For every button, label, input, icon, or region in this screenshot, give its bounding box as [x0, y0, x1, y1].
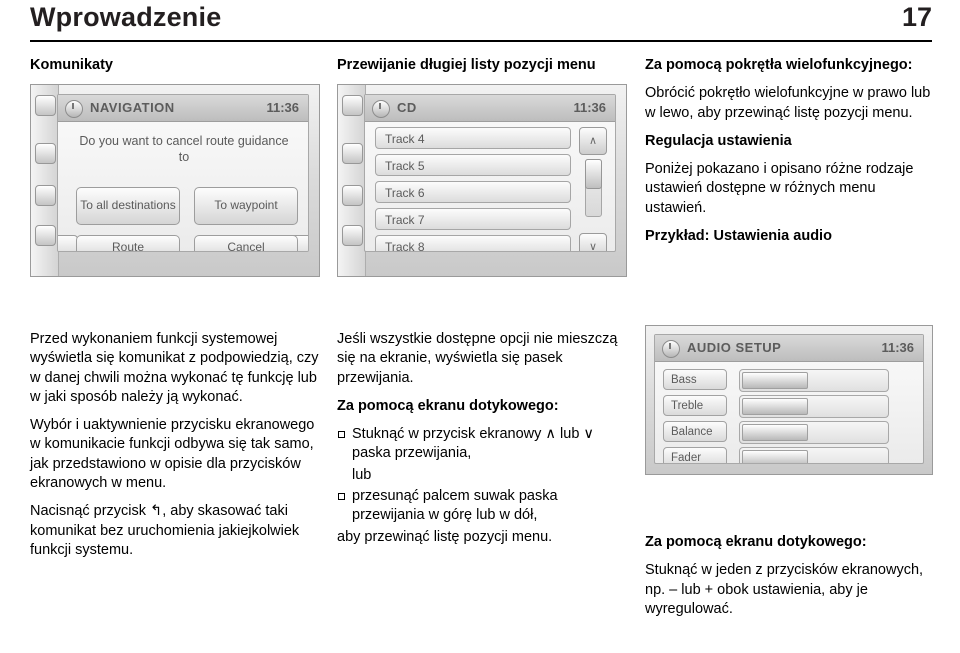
list-item: przesunąć palcem suwak paska przewijania… — [337, 487, 627, 526]
audio-setting-label[interactable]: Treble — [663, 395, 727, 416]
audio-setting-label[interactable]: Fader — [663, 447, 727, 463]
column2-between-bullets: lub — [352, 466, 372, 483]
hardkey-home-icon — [342, 224, 363, 246]
navigation-topbar-title: NAVIGATION — [90, 99, 175, 115]
nav-button-all-destinations[interactable]: To all destinations — [76, 186, 180, 225]
hardkey-home-icon — [35, 224, 56, 246]
audio-screen-inner: AUDIO SETUP 11:36 Bass Treble Balance Fa… — [654, 334, 924, 464]
cd-track-row[interactable]: Track 7 — [375, 207, 571, 230]
audio-setting-slider[interactable] — [739, 369, 889, 392]
column3-touch-heading: Za pomocą ekranu dotykowego: — [645, 534, 867, 550]
scroll-up-button[interactable]: ∧ — [579, 126, 607, 155]
cd-screen-inner: CD 11:36 Track 4 Track 5 Track 6 Track 7… — [364, 93, 616, 252]
navigation-screen-image: NAVIGATION 11:36 Do you want to cancel r… — [30, 83, 320, 277]
navigation-dialog: Do you want to cancel route guidance to … — [58, 121, 308, 251]
slider-fill — [742, 398, 808, 415]
cd-list-screen-image: CD 11:36 Track 4 Track 5 Track 6 Track 7… — [337, 83, 627, 277]
scrollbar-thumb[interactable] — [585, 158, 602, 189]
list-item: Stuknąć w przycisk ekranowy ∧ lub ∨ pask… — [337, 425, 627, 464]
disc-icon — [372, 99, 390, 118]
document-page: Wprowadzenie 17 Komunikaty NAVIGATION 11… — [0, 0, 960, 653]
column2-bullet-list-b: przesunąć palcem suwak paska przewijania… — [337, 487, 627, 526]
cd-topbar: CD 11:36 — [365, 94, 615, 122]
column3-example-heading: Przykład: Ustawienia audio — [645, 227, 832, 244]
audio-topbar-title: AUDIO SETUP — [687, 340, 782, 355]
column2-text: Jeśli wszystkie dostępne opcji nie miesz… — [337, 330, 627, 556]
cd-track-row[interactable]: Track 5 — [375, 153, 571, 176]
audio-setup-screen-image: AUDIO SETUP 11:36 Bass Treble Balance Fa… — [645, 325, 933, 475]
nav-button-to-waypoint[interactable]: To waypoint — [194, 186, 298, 225]
column1-paragraph-1: Przed wykonaniem funkcji systemowej wyśw… — [30, 331, 319, 405]
audio-clock: 11:36 — [881, 340, 914, 355]
column3-setting-heading: Regulacja ustawienia — [645, 132, 792, 149]
hardkey-back-icon — [342, 184, 363, 206]
nav-button-route[interactable]: Route — [76, 234, 180, 251]
hardkey-power-icon — [35, 94, 56, 116]
audio-setting-label[interactable]: Balance — [663, 421, 727, 442]
cd-track-row[interactable]: Track 6 — [375, 180, 571, 203]
column-messages: Komunikaty NAVIGATION 11:36 Do you want … — [30, 56, 320, 277]
compass-icon — [65, 99, 83, 118]
column-scrolling: Przewijanie długiej listy pozycji menu C… — [337, 56, 627, 277]
column1-paragraph-2: Wybór i uaktywnienie przycisku ekranoweg… — [30, 417, 315, 491]
hardkey-back-icon — [35, 184, 56, 206]
page-number: 17 — [901, 2, 932, 32]
column3-knob-heading: Za pomocą pokrętła wielofunkcyjnego: — [645, 57, 913, 73]
column1-text: Przed wykonaniem funkcji systemowej wyśw… — [30, 330, 320, 569]
column-settings: Za pomocą pokrętła wielofunkcyjnego: Obr… — [645, 56, 933, 255]
column3-knob-text: Obrócić pokrętło wielofunkcyjne w prawo … — [645, 85, 931, 121]
header-divider — [30, 40, 932, 42]
page-header: Wprowadzenie 17 — [0, 0, 960, 44]
hardkey-menu-icon — [342, 142, 363, 164]
cd-clock: 11:36 — [573, 99, 606, 115]
hardkey-power-icon — [342, 94, 363, 116]
scroll-down-button[interactable]: ∨ — [579, 232, 607, 251]
navigation-screen-inner: NAVIGATION 11:36 Do you want to cancel r… — [57, 93, 309, 252]
column3-setting-text: Poniżej pokazano i opisano różne rodzaje… — [645, 161, 914, 216]
slider-fill — [742, 450, 808, 463]
hardkey-strip — [338, 84, 366, 276]
hardkey-strip — [31, 84, 59, 276]
audio-setting-slider[interactable] — [739, 421, 889, 444]
cd-track-row[interactable]: Track 4 — [375, 126, 571, 149]
audio-setting-list: Bass Treble Balance Fader — [655, 361, 923, 463]
cd-track-row[interactable]: Track 8 — [375, 234, 571, 251]
navigation-message: Do you want to cancel route guidance to — [79, 133, 289, 165]
speaker-icon — [662, 340, 680, 358]
nav-corner-left-icon — [58, 234, 78, 251]
column1-heading: Komunikaty — [30, 57, 113, 73]
navigation-topbar: NAVIGATION 11:36 — [58, 94, 308, 122]
column3-touch-body: Stuknąć w jeden z przycisków ekranowych,… — [645, 562, 924, 617]
column3-screen-wrap: AUDIO SETUP 11:36 Bass Treble Balance Fa… — [645, 325, 933, 475]
column2-touch-heading: Za pomocą ekranu dotykowego: — [337, 397, 559, 414]
hardkey-menu-icon — [35, 142, 56, 164]
slider-fill — [742, 424, 808, 441]
column3-touch-text: Za pomocą ekranu dotykowego: Stuknąć w j… — [645, 533, 935, 628]
column2-closing: aby przewinąć listę pozycji menu. — [337, 528, 553, 545]
navigation-clock: 11:36 — [266, 99, 299, 115]
audio-setting-label[interactable]: Bass — [663, 369, 727, 390]
column2-bullet-list-a: Stuknąć w przycisk ekranowy ∧ lub ∨ pask… — [337, 425, 627, 464]
column2-heading: Przewijanie długiej listy pozycji menu — [337, 57, 596, 73]
audio-setting-slider[interactable] — [739, 447, 889, 463]
audio-setting-slider[interactable] — [739, 395, 889, 418]
audio-topbar: AUDIO SETUP 11:36 — [655, 335, 923, 362]
slider-fill — [742, 372, 808, 389]
column2-intro: Jeśli wszystkie dostępne opcji nie miesz… — [337, 331, 618, 386]
cd-track-list: Track 4 Track 5 Track 6 Track 7 Track 8 … — [365, 121, 615, 251]
column1-paragraph-3: Nacisnąć przycisk ↰, aby skasować taki k… — [30, 503, 300, 558]
page-title: Wprowadzenie — [30, 2, 222, 32]
cd-topbar-title: CD — [397, 99, 417, 115]
nav-button-cancel[interactable]: Cancel — [194, 234, 298, 251]
